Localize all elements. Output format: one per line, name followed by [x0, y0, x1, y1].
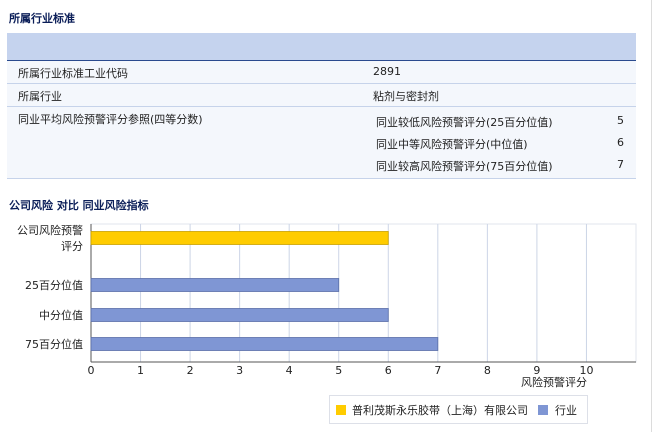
plot-area: [90, 223, 637, 363]
peer-median-value: 6: [617, 136, 624, 149]
x-tick-0: 0: [88, 364, 95, 377]
chart-grid: [90, 224, 636, 363]
bar-industry-3: [90, 337, 439, 351]
chart-category-labels: 公司风险预警评分 25百分位值中分位值 75百分位值: [17, 223, 83, 351]
section-title-industry-standard: 所属行业标准: [9, 12, 75, 25]
category-label-3: 75百分位值: [25, 337, 83, 351]
x-tick-7: 7: [434, 364, 441, 377]
x-tick-4: 4: [286, 364, 293, 377]
x-tick-9: 9: [533, 364, 540, 377]
x-tick-8: 8: [484, 364, 491, 377]
chart-bars: [90, 231, 439, 351]
industry-value: 粘剂与密封剂: [373, 90, 439, 103]
category-label-1: 25百分位值: [25, 278, 83, 292]
peer-median-label: 同业中等风险预警评分(中位值): [376, 138, 528, 151]
chart-x-tick-labels: 0 1 2 3 4 5 6 7 8 9 10: [88, 364, 594, 377]
x-tick-6: 6: [385, 364, 392, 377]
industry-code-value: 2891: [373, 65, 401, 78]
table-row-industry: 所属行业 粘剂与密封剂: [7, 84, 636, 107]
legend-swatch-company: [336, 405, 346, 415]
peer-low-value: 5: [617, 114, 624, 127]
legend-label-industry: 行业: [555, 404, 577, 417]
x-tick-10: 10: [579, 364, 593, 377]
table-row-industry-code: 所属行业标准工业代码 2891: [7, 61, 636, 84]
legend-swatch-industry: [538, 405, 548, 415]
category-label-0: 公司风险预警评分: [17, 223, 83, 253]
legend-label-company: 普利茂斯永乐胶带（上海）有限公司: [352, 404, 528, 417]
section-title-risk-comparison: 公司风险 对比 同业风险指标: [9, 199, 149, 212]
industry-label: 所属行业: [18, 90, 62, 103]
page-right-border: [651, 0, 652, 432]
x-tick-3: 3: [236, 364, 243, 377]
bar-company: [90, 231, 389, 245]
x-tick-5: 5: [335, 364, 342, 377]
category-label-2: 中分位值: [39, 308, 83, 322]
x-axis-title: 风险预警评分: [521, 375, 587, 389]
table-row-peer-average: 同业平均风险预警评分参照(四等分数) 同业较低风险预警评分(25百分位值) 5 …: [7, 107, 636, 179]
bar-industry-2: [90, 308, 389, 322]
table-header-band: [7, 33, 636, 61]
peer-average-label: 同业平均风险预警评分参照(四等分数): [18, 113, 203, 126]
bar-industry-1: [90, 278, 340, 292]
peer-low-label: 同业较低风险预警评分(25百分位值): [376, 116, 553, 129]
industry-code-label: 所属行业标准工业代码: [18, 67, 128, 80]
peer-high-label: 同业较高风险预警评分(75百分位值): [376, 160, 553, 173]
x-tick-1: 1: [137, 364, 144, 377]
chart-legend: 普利茂斯永乐胶带（上海）有限公司 行业: [329, 395, 588, 424]
x-tick-2: 2: [187, 364, 194, 377]
peer-high-value: 7: [617, 158, 624, 171]
